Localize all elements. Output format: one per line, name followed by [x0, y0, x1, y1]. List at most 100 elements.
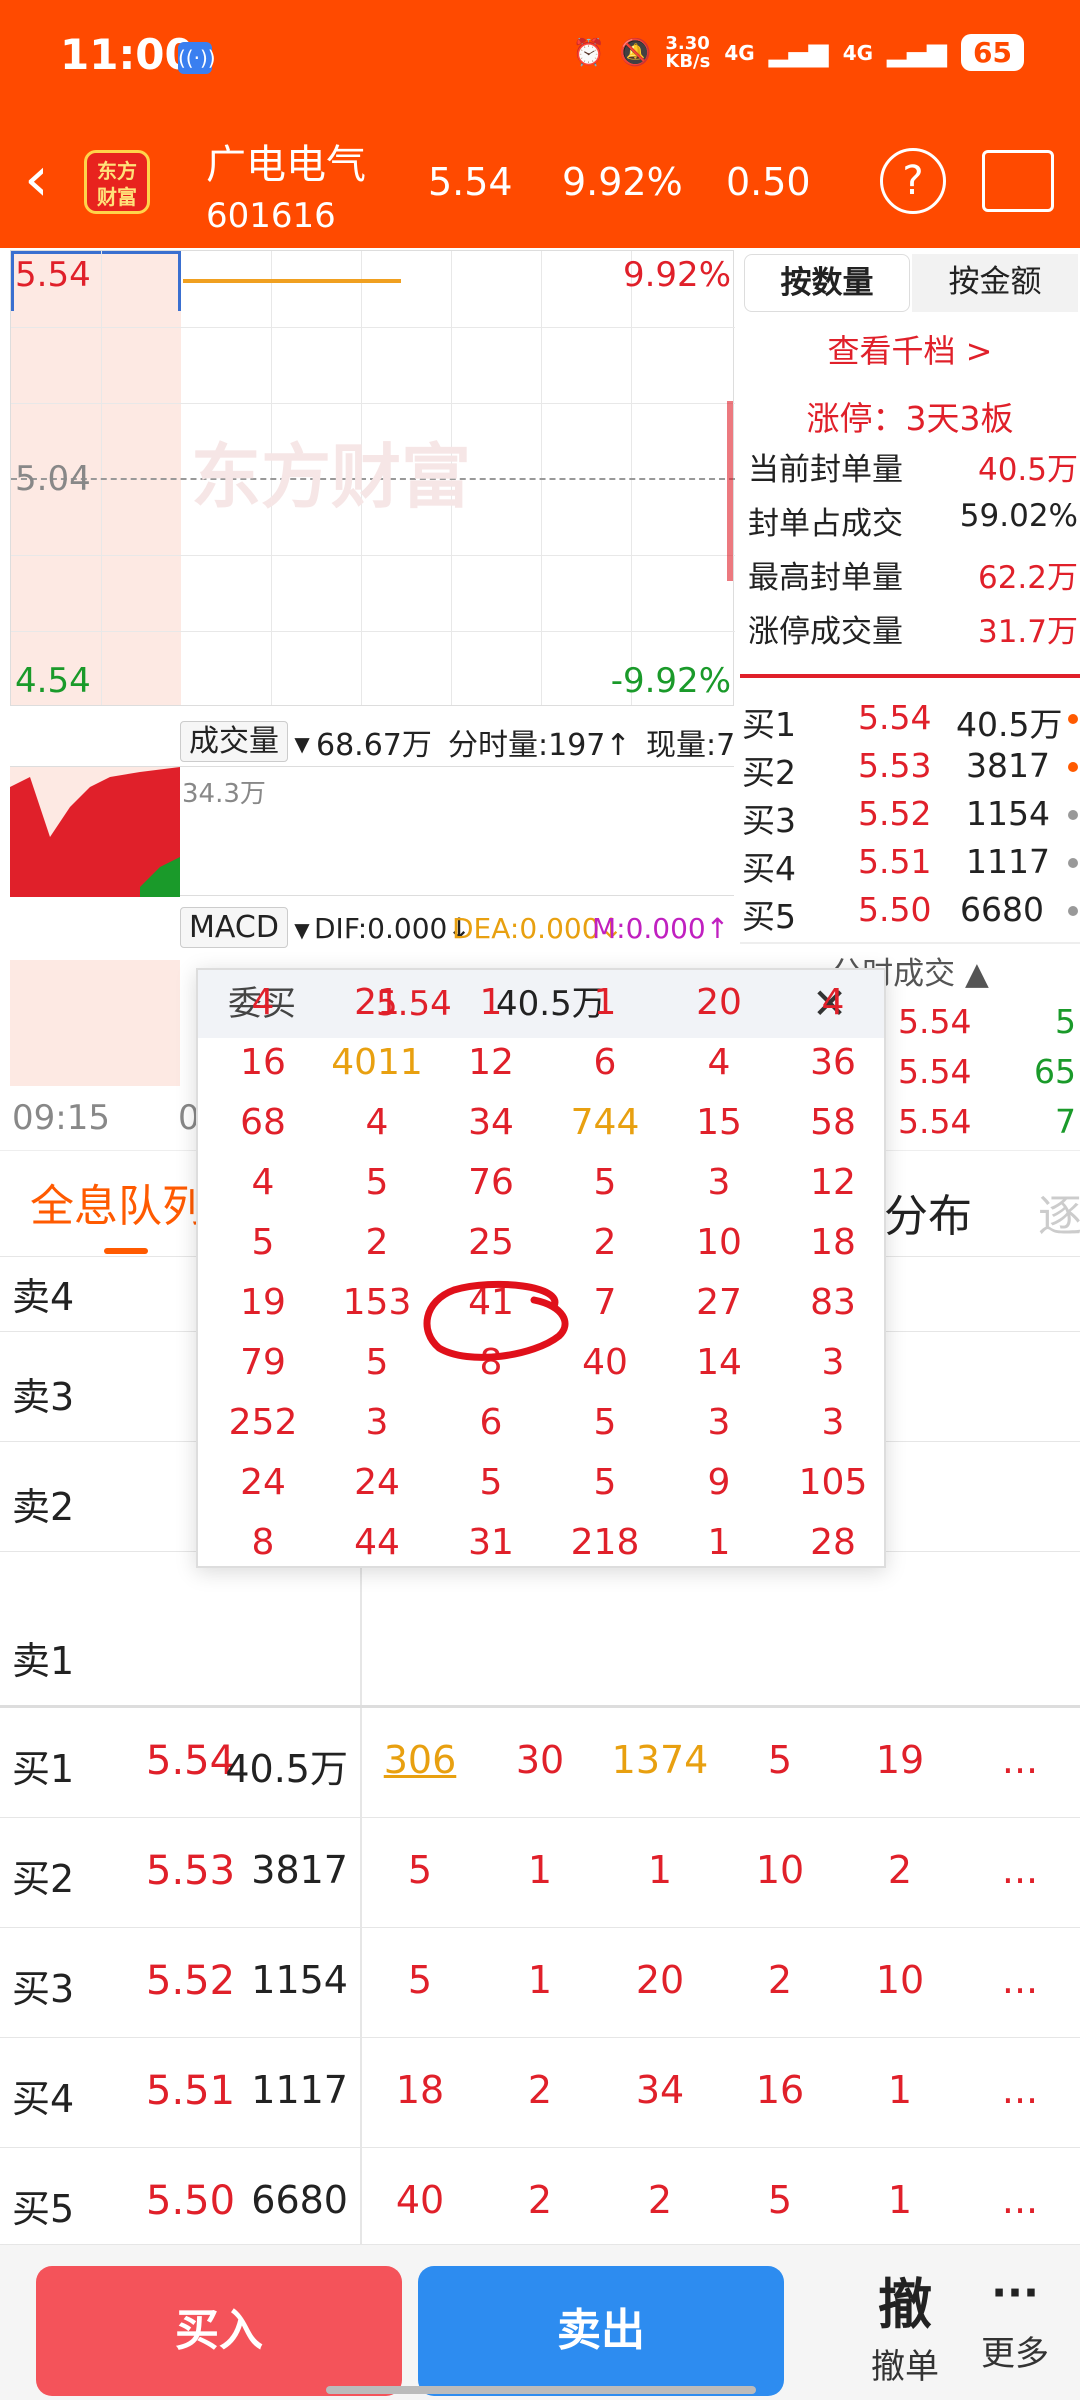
popup-cell: 4 [821, 982, 845, 1023]
popup-cell: 14 [696, 1342, 742, 1383]
more-cell[interactable]: ... [960, 2068, 1080, 2112]
queue-row-bid2[interactable]: 买2 5.53 3817 5 1 1 10 2 ... [0, 1818, 1080, 1928]
queue-cell[interactable]: 10 [840, 1958, 960, 2002]
queue-cell[interactable]: 10 [720, 1848, 840, 1892]
sell-button[interactable]: 卖出 [418, 2266, 784, 2396]
divider [740, 674, 1080, 678]
popup-cell: 3 [365, 1402, 389, 1443]
tab-edge[interactable]: 逐 [1038, 1180, 1080, 1244]
queue-cell[interactable]: 30 [480, 1738, 600, 1782]
queue-cell[interactable]: 306 [360, 1738, 480, 1782]
queue-cell[interactable]: 5 [360, 1958, 480, 2002]
queue-cell[interactable]: 18 [360, 2068, 480, 2112]
buy-button[interactable]: 买入 [36, 2266, 402, 2396]
help-icon[interactable]: ? [880, 148, 946, 214]
app-header: 11:00 ((·)) ⏰ 🔕 3.30 KB/s 4G ▂▄▆ 4G ▂▄▆ … [0, 0, 1080, 248]
header-change: 0.50 [726, 160, 811, 204]
switch-layout-icon[interactable] [982, 150, 1054, 212]
queue-row-bid3[interactable]: 买3 5.52 1154 5 1 20 2 10 ... [0, 1928, 1080, 2038]
queue-cell[interactable]: 5 [360, 1848, 480, 1892]
queue-cell[interactable]: 40 [360, 2178, 480, 2222]
queue-row-bid5[interactable]: 买5 5.50 6680 40 2 2 5 1 ... [0, 2148, 1080, 2248]
queue-cell[interactable]: 19 [840, 1738, 960, 1782]
top-price-label: 5.54 [15, 255, 91, 295]
queue-cell[interactable]: 34 [600, 2068, 720, 2112]
bid-row-4[interactable]: 买4 5.51 1117 [740, 842, 1080, 888]
more-cell[interactable]: ... [960, 1958, 1080, 2002]
queue-cell[interactable]: 2 [840, 1848, 960, 1892]
tab-full-queue[interactable]: 全息队列 [30, 1170, 206, 1234]
queue-cell[interactable]: 1374 [600, 1738, 720, 1782]
queue-cell[interactable]: 2 [480, 2068, 600, 2112]
broadcast-icon: ((·)) [178, 42, 216, 74]
more-cell[interactable]: ... [960, 2178, 1080, 2222]
queue-cell[interactable]: 2 [720, 1958, 840, 2002]
popup-cell: 3 [707, 1402, 731, 1443]
popup-cell: 10 [696, 1222, 742, 1263]
popup-cell: 9 [707, 1462, 731, 1503]
popup-cell: 31 [468, 1522, 514, 1563]
queue-cell[interactable]: 1 [600, 1848, 720, 1892]
popup-cell: 2 [365, 1222, 389, 1263]
popup-cell: 34 [468, 1102, 514, 1143]
app-logo: 东方 财富 [84, 150, 150, 214]
popup-cell: 5 [251, 1222, 275, 1263]
ask-row-1[interactable]: 卖1 [0, 1552, 1080, 1708]
queue-cell[interactable]: 1 [840, 2178, 960, 2222]
more-button[interactable]: ··· 更多 [960, 2260, 1070, 2375]
popup-cell: 5 [479, 1462, 503, 1503]
stock-code: 601616 [206, 196, 336, 236]
popup-cell: 44 [354, 1522, 400, 1563]
popup-cell: 2 [593, 1222, 617, 1263]
popup-cell: 744 [570, 1102, 640, 1143]
popup-cell: 83 [810, 1282, 856, 1323]
stat-row-1: 封单占成交 59.02% [748, 498, 1078, 542]
watermark: 东方财富 [191, 436, 471, 518]
more-label: 更多 [981, 2334, 1049, 2374]
status-time: 11:00 [60, 30, 194, 79]
order-queue-popup[interactable]: 委买 5.54 40.5万 ✕ 4 21 1 1 20 4 16 4011 12 6 4 36 68 4 3… [196, 968, 886, 1568]
queue-cell[interactable]: 2 [480, 2178, 600, 2222]
tab-by-quantity[interactable]: 按数量 [744, 254, 910, 312]
popup-cell: 76 [468, 1162, 514, 1203]
volume-fenshi: 分时量:197↑ [448, 728, 631, 763]
tick-price-1: 5.54 [898, 1052, 972, 1091]
intraday-chart[interactable]: 5.54 5.04 4.54 9.92% -9.92% 东方财富 [10, 250, 735, 706]
home-indicator[interactable] [326, 2386, 756, 2394]
queue-cell[interactable]: 20 [600, 1958, 720, 2002]
queue-cell[interactable]: 1 [480, 1958, 600, 2002]
volume-selector[interactable]: 成交量 ▼ [180, 716, 310, 762]
cancel-order-button[interactable]: 撤 撤单 [850, 2260, 960, 2388]
cancel-label: 撤单 [871, 2347, 939, 2387]
popup-cell: 36 [810, 1042, 856, 1083]
bid-row-2[interactable]: 买2 5.53 3817 [740, 746, 1080, 792]
queue-row-bid1[interactable]: 买1 5.54 40.5万 306 30 1374 5 19 ... [0, 1708, 1080, 1818]
queue-cell[interactable]: 2 [600, 2178, 720, 2222]
macd-selector[interactable]: MACD ▼ [180, 907, 310, 948]
queue-cell[interactable]: 1 [840, 2068, 960, 2112]
level2-link[interactable]: 查看千档 > [740, 326, 1080, 372]
queue-cell[interactable]: 1 [480, 1848, 600, 1892]
more-cell[interactable]: ... [960, 1738, 1080, 1782]
tab-by-amount[interactable]: 按金额 [912, 254, 1078, 312]
queue-cell[interactable]: 16 [720, 2068, 840, 2112]
popup-cell: 12 [810, 1162, 856, 1203]
back-icon[interactable]: ‹ [24, 148, 49, 210]
queue-cell[interactable]: 5 [720, 1738, 840, 1782]
queue-row-bid4[interactable]: 买4 5.51 1117 18 2 34 16 1 ... [0, 2038, 1080, 2148]
more-cell[interactable]: ... [960, 1848, 1080, 1892]
bid-row-1[interactable]: 买1 5.54 40.5万 [740, 698, 1080, 744]
bid-row-3[interactable]: 买3 5.52 1154 [740, 794, 1080, 840]
status-icons: ⏰ 🔕 3.30 KB/s 4G ▂▄▆ 4G ▂▄▆ 65 [573, 34, 1024, 71]
stock-name[interactable]: 广电电气 [206, 132, 366, 190]
stat-row-2: 最高封单量 62.2万 [748, 560, 1078, 596]
more-icon: ··· [991, 2268, 1039, 2317]
queue-cell[interactable]: 5 [720, 2178, 840, 2222]
tab-distribution[interactable]: 分布 [884, 1180, 972, 1244]
popup-cell: 5 [365, 1162, 389, 1203]
volume-axis-label: 34.3万 [182, 779, 266, 809]
tick-price-0: 5.54 [898, 1002, 972, 1041]
popup-cell: 218 [570, 1522, 640, 1563]
tick-price-2: 5.54 [898, 1102, 972, 1141]
bid-row-5[interactable]: 买5 5.50 6680 [740, 890, 1080, 936]
